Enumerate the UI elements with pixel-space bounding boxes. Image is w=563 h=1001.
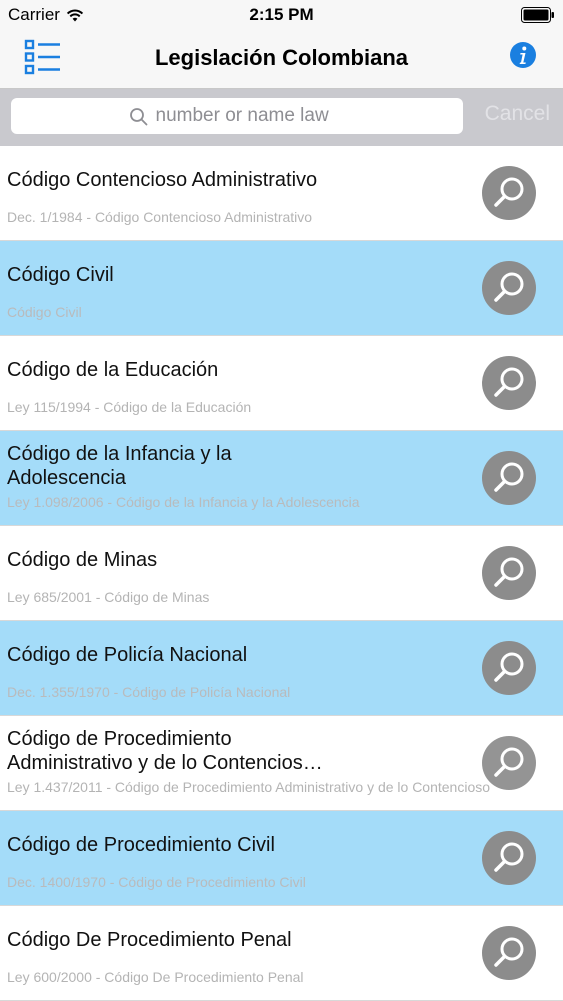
law-title: Código de la Educación xyxy=(7,359,219,381)
magnifier-icon xyxy=(494,272,524,302)
law-subtitle: Ley 685/2001 - Código de Minas xyxy=(7,589,210,605)
law-search-button[interactable] xyxy=(482,261,536,315)
law-subtitle: Código Civil xyxy=(7,304,82,320)
law-title: Código Contencioso Administrativo xyxy=(7,169,318,191)
search-bar: Cancel xyxy=(0,89,563,146)
magnifier-icon xyxy=(494,367,524,397)
law-search-button[interactable] xyxy=(482,831,536,885)
law-subtitle: Dec. 1/1984 - Código Contencioso Adminis… xyxy=(7,209,313,225)
law-subtitle: Ley 1.098/2006 - Código de la Infancia y… xyxy=(7,494,360,510)
law-subtitle: Ley 115/1994 - Código de la Educación xyxy=(7,399,252,415)
law-title: Código de la Infancia y la Adolescencia xyxy=(7,443,232,489)
magnifier-icon xyxy=(494,652,524,682)
law-title: Código de Procedimiento Administrativo y… xyxy=(7,728,323,774)
law-row[interactable]: Código de Procedimiento Administrativo y… xyxy=(0,716,563,811)
cancel-button[interactable]: Cancel xyxy=(485,102,550,126)
law-title: Código de Policía Nacional xyxy=(7,644,248,666)
law-row[interactable]: Código Civil Código Civil xyxy=(0,241,563,336)
magnifier-icon xyxy=(494,177,524,207)
law-search-button[interactable] xyxy=(482,736,536,790)
law-title: Código de Procedimiento Civil xyxy=(7,834,275,856)
status-time: 2:15 PM xyxy=(249,5,314,24)
law-row[interactable]: Código de la Infancia y la Adolescencia … xyxy=(0,431,563,526)
law-search-button[interactable] xyxy=(482,166,536,220)
law-subtitle: Dec. 1.355/1970 - Código de Policía Naci… xyxy=(7,684,291,700)
magnifier-icon xyxy=(494,937,524,967)
law-list: Código Contencioso Administrativo Dec. 1… xyxy=(0,146,563,1001)
law-row[interactable]: Código de la Educación Ley 115/1994 - Có… xyxy=(0,336,563,431)
status-bar: Carrier 2:15 PM xyxy=(0,0,563,30)
law-subtitle: Ley 1.437/2011 - Código de Procedimiento… xyxy=(7,779,491,795)
search-input[interactable] xyxy=(155,105,346,127)
magnifier-icon xyxy=(494,842,524,872)
law-search-button[interactable] xyxy=(482,926,536,980)
law-title: Código de Minas xyxy=(7,549,158,571)
law-row[interactable]: Código de Minas Ley 685/2001 - Código de… xyxy=(0,526,563,621)
law-row[interactable]: Código de Procedimiento Civil Dec. 1400/… xyxy=(0,811,563,906)
info-button[interactable] xyxy=(509,41,537,69)
law-search-button[interactable] xyxy=(482,451,536,505)
law-search-button[interactable] xyxy=(482,546,536,600)
law-title: Código Civil xyxy=(7,264,114,286)
law-row[interactable]: Código de Policía Nacional Dec. 1.355/19… xyxy=(0,621,563,716)
law-search-button[interactable] xyxy=(482,641,536,695)
magnifier-icon xyxy=(494,557,524,587)
magnifier-icon xyxy=(494,462,524,492)
navigation-bar: Legislación Colombiana xyxy=(0,30,563,89)
magnifier-icon xyxy=(494,747,524,777)
law-search-button[interactable] xyxy=(482,356,536,410)
search-field[interactable] xyxy=(11,98,463,134)
info-icon xyxy=(510,42,536,68)
page-title: Legislación Colombiana xyxy=(154,45,409,70)
law-title: Código De Procedimiento Penal xyxy=(7,929,292,951)
law-subtitle: Ley 600/2000 - Código De Procedimiento P… xyxy=(7,969,304,985)
law-row[interactable]: Código De Procedimiento Penal Ley 600/20… xyxy=(0,906,563,1001)
battery-icon xyxy=(521,7,554,23)
law-subtitle: Dec. 1400/1970 - Código de Procedimiento… xyxy=(7,874,306,890)
law-row[interactable]: Código Contencioso Administrativo Dec. 1… xyxy=(0,146,563,241)
search-icon xyxy=(129,107,147,125)
